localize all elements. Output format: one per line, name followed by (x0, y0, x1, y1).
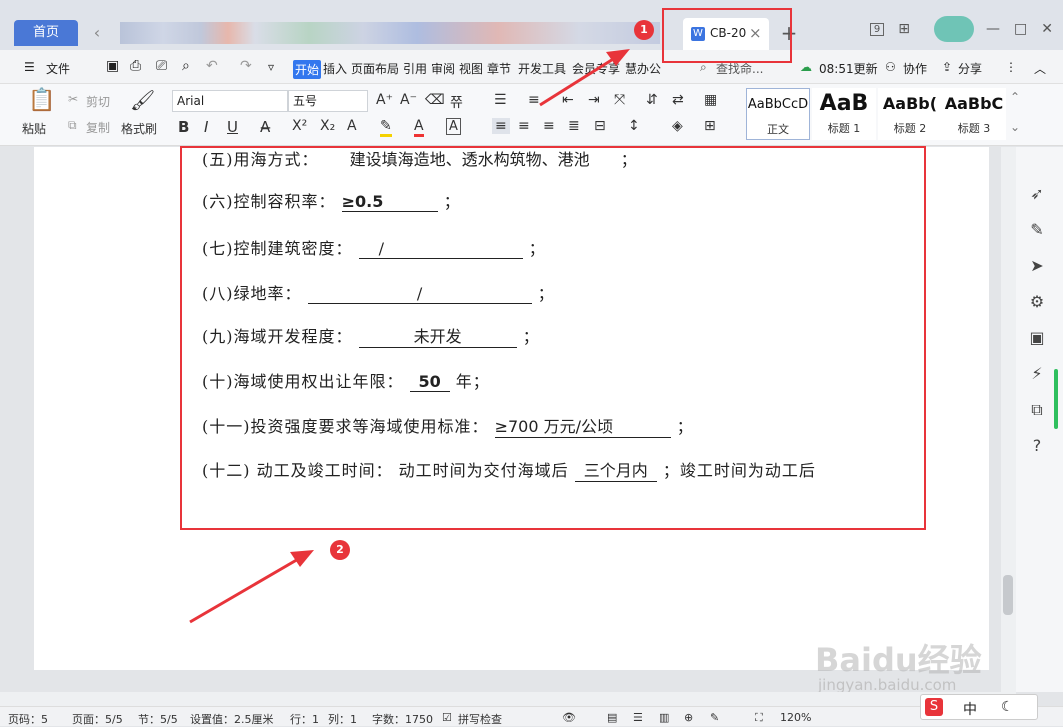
arrow-2-line (189, 556, 301, 624)
annotation-arrows (189, 49, 630, 624)
arrow-1-head (606, 49, 630, 66)
arrow-2-head (290, 550, 314, 567)
arrow-1-line (539, 54, 619, 107)
